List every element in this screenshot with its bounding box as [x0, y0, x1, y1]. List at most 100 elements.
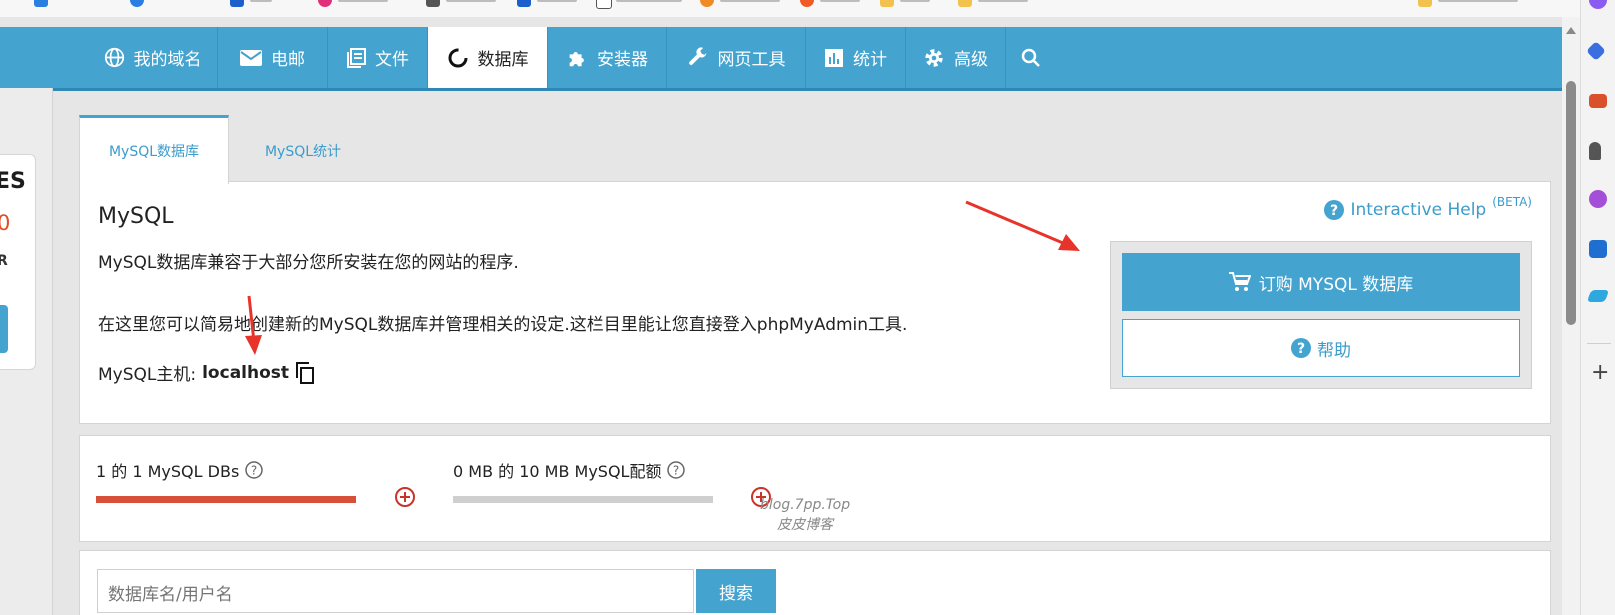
quota-text: 0 MB 的 10 MB MySQL配额: [453, 462, 662, 481]
nav-item-domains[interactable]: 我的域名: [88, 27, 218, 88]
bookmark-icon[interactable]: [517, 0, 531, 7]
bookmark-label: [446, 0, 496, 2]
account-card: ES 0 R: [0, 154, 36, 370]
files-icon: [347, 47, 366, 68]
office-icon[interactable]: [1589, 190, 1607, 208]
order-mysql-button[interactable]: 订购 MYSQL 数据库: [1122, 253, 1520, 311]
tab-label: MySQL统计: [264, 144, 342, 160]
bookmark-label: [978, 0, 1028, 2]
folder-icon[interactable]: [880, 0, 894, 7]
browser-sidebar: +: [1580, 0, 1615, 615]
database-icon: [448, 48, 467, 67]
gear-icon: [925, 48, 943, 67]
scroll-thumb[interactable]: [1566, 81, 1576, 325]
interactive-help-link[interactable]: ? Interactive Help (BETA): [1324, 195, 1532, 220]
add-db-icon[interactable]: [394, 486, 416, 508]
send-icon[interactable]: [1586, 290, 1610, 302]
tab-mysql-databases[interactable]: MySQL数据库: [79, 115, 229, 184]
outlook-icon[interactable]: [1589, 240, 1607, 258]
bookmark-label: [250, 0, 272, 2]
bookmark-icon[interactable]: [230, 0, 244, 7]
nav-label: 电邮: [271, 50, 305, 70]
bookmark-icon[interactable]: [800, 0, 814, 7]
description-2: 在这里您可以简易地创建新的MySQL数据库并管理相关的设定.这栏目里能让您直接登…: [98, 315, 908, 335]
chess-icon[interactable]: [1589, 142, 1601, 160]
db-count-label: 1 的 1 MySQL DBs ?: [96, 458, 264, 482]
bookmark-label: [900, 0, 930, 2]
db-count-text: 1 的 1 MySQL DBs: [96, 462, 240, 481]
help-button[interactable]: ? 帮助: [1122, 319, 1520, 377]
search-button-label: 搜索: [719, 583, 753, 604]
bookmark-icon[interactable]: [596, 0, 612, 9]
nav-item-web-tools[interactable]: 网页工具: [667, 27, 806, 88]
bookmark-icon[interactable]: [318, 0, 332, 7]
nav-item-files[interactable]: 文件: [328, 27, 428, 88]
help-circle-icon: ?: [1324, 200, 1345, 220]
page-scrollbar[interactable]: [1562, 17, 1580, 615]
watermark-line-1: blog.7pp.Top: [760, 497, 851, 513]
watermark-line-2: 皮皮博客: [777, 517, 834, 533]
copy-icon[interactable]: [295, 361, 315, 384]
tab-label: MySQL数据库: [108, 144, 200, 160]
add-icon[interactable]: +: [1591, 362, 1609, 384]
host-label: MySQL主机:: [98, 365, 197, 385]
left-sidebar: ES 0 R: [0, 88, 53, 615]
bookmark-icon[interactable]: [426, 0, 440, 7]
nav-item-stats[interactable]: 统计: [806, 27, 906, 88]
description-1: MySQL数据库兼容于大部分您所安装在您的网站的程序.: [98, 253, 519, 273]
bookmark-icon[interactable]: [34, 0, 48, 7]
search-input[interactable]: [97, 569, 694, 613]
svg-text:?: ?: [1297, 341, 1305, 357]
star-icon[interactable]: [130, 0, 144, 7]
nav-label: 统计: [853, 50, 887, 70]
db-count-bar-fill: [96, 496, 356, 503]
nav-item-installer[interactable]: 安装器: [548, 27, 667, 88]
tag-icon[interactable]: [1586, 41, 1606, 61]
card-button[interactable]: [0, 305, 8, 353]
folder-icon[interactable]: [958, 0, 972, 7]
cart-icon: [1228, 272, 1251, 291]
bookmarks-bar: [0, 0, 1580, 18]
svg-text:?: ?: [1330, 203, 1338, 219]
question-icon[interactable]: ?: [245, 461, 264, 479]
nav-item-advanced[interactable]: 高级: [906, 27, 1006, 88]
bookmark-label: [720, 0, 780, 2]
bookmark-label: [338, 0, 388, 2]
card-value: 0: [0, 211, 11, 235]
copilot-icon[interactable]: [1589, 0, 1607, 9]
search-icon: [1021, 48, 1040, 67]
question-icon[interactable]: ?: [667, 461, 686, 479]
folder-icon[interactable]: [1418, 0, 1432, 7]
page-title: MySQL: [98, 204, 174, 229]
top-navigation: 我的域名 电邮 文件 数据库 安装器 网页工具 统计 高级: [0, 27, 1562, 91]
scroll-up-icon[interactable]: [1566, 27, 1576, 34]
search-button[interactable]: 搜索: [696, 569, 776, 613]
nav-label: 高级: [954, 50, 988, 70]
svg-text:?: ?: [251, 464, 257, 478]
watermark: blog.7pp.Top 皮皮博客: [760, 495, 850, 535]
nav-item-email[interactable]: 电邮: [218, 27, 328, 88]
sidebar-divider: [1587, 343, 1611, 344]
nav-label: 我的域名: [133, 50, 202, 70]
puzzle-icon: [569, 51, 584, 66]
bookmark-label: [1438, 0, 1518, 2]
nav-search-button[interactable]: [1006, 27, 1056, 88]
tab-mysql-stats[interactable]: MySQL统计: [228, 118, 378, 184]
quota-bar: [453, 496, 713, 503]
nav-label: 文件: [375, 50, 409, 70]
globe-icon: [104, 47, 124, 68]
card-title: ES: [0, 169, 26, 194]
order-button-label: 订购 MYSQL 数据库: [1258, 274, 1414, 295]
order-box: 订购 MYSQL 数据库 ? 帮助: [1110, 241, 1532, 389]
nav-item-database[interactable]: 数据库: [428, 27, 548, 88]
db-count-bar: [96, 496, 356, 503]
mysql-host: MySQL主机: localhost: [98, 360, 315, 385]
bookmark-label: [537, 0, 577, 2]
bookmark-label: [616, 0, 682, 2]
bookmark-icon[interactable]: [700, 0, 714, 7]
bookmark-label: [820, 0, 860, 2]
card-subtitle: R: [0, 253, 8, 269]
briefcase-icon[interactable]: [1589, 94, 1607, 108]
host-value: localhost: [202, 362, 290, 383]
help-link-label: Interactive Help: [1350, 200, 1487, 220]
